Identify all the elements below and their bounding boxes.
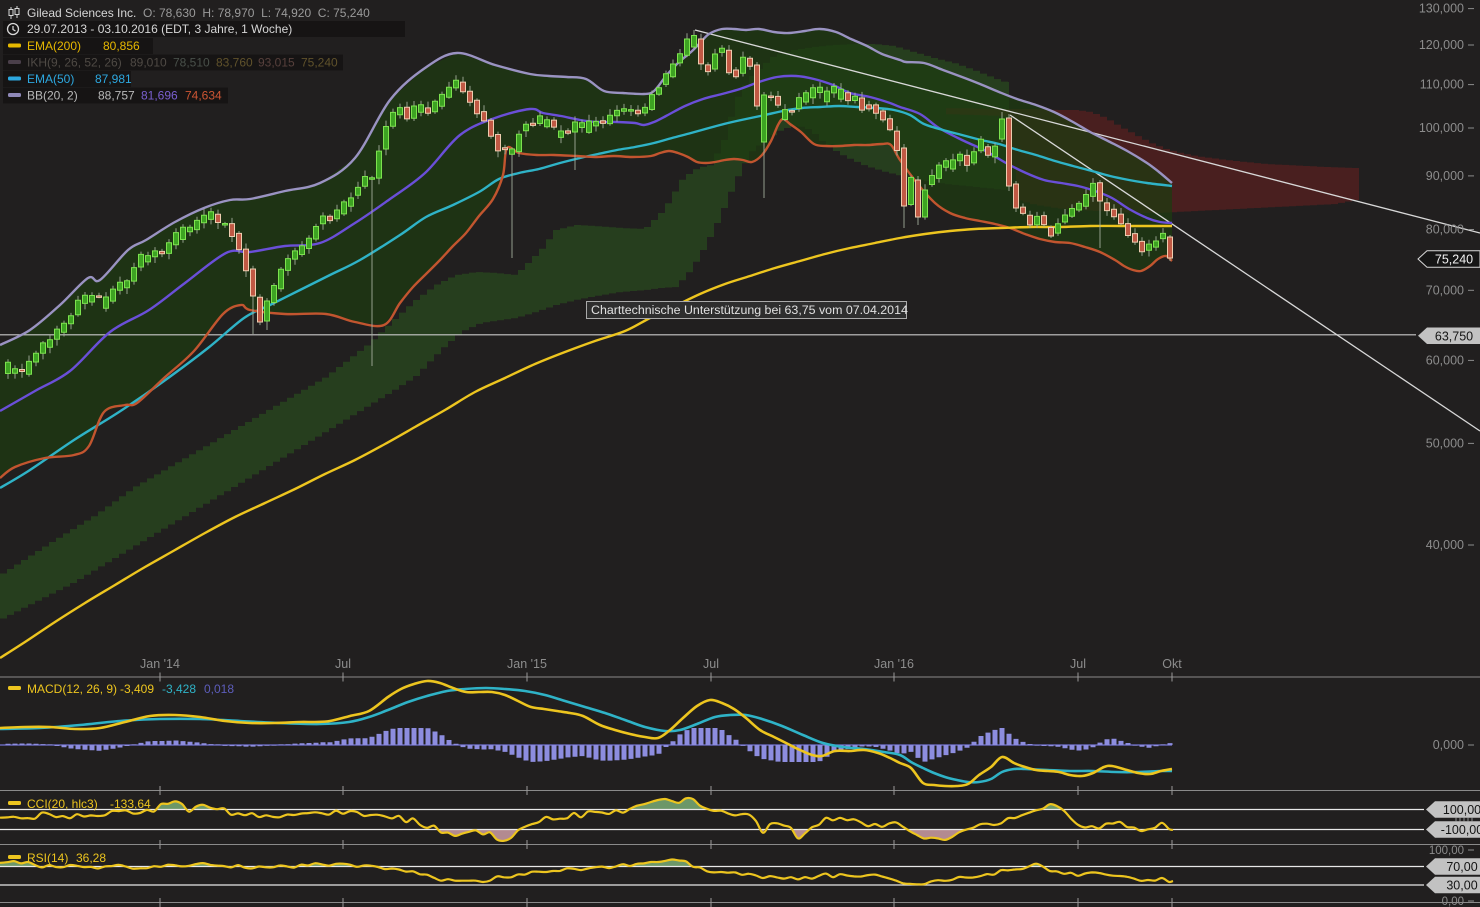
svg-text:O: 78,630 H: 78,970 L: 74,92: O: 78,630 H: 78,970 L: 74,920 C: 75,240: [143, 6, 370, 20]
svg-text:0,018: 0,018: [204, 682, 234, 696]
svg-text:Gilead Sciences Inc.: Gilead Sciences Inc.: [27, 6, 136, 20]
svg-text:89,010: 89,010: [130, 56, 167, 70]
svg-text:81,696: 81,696: [141, 89, 178, 103]
svg-text:87,981: 87,981: [95, 72, 132, 86]
svg-text:88,757: 88,757: [98, 89, 135, 103]
svg-text:IKH(9, 26, 52, 26): IKH(9, 26, 52, 26): [27, 56, 122, 70]
svg-text:93,015: 93,015: [258, 56, 295, 70]
svg-text:0,00: 0,00: [1442, 896, 1464, 907]
svg-text:90,000: 90,000: [1426, 169, 1464, 183]
svg-text:Jan '14: Jan '14: [140, 657, 180, 671]
svg-text:110,000: 110,000: [1420, 78, 1464, 92]
svg-text:50,000: 50,000: [1426, 436, 1464, 450]
svg-text:120,000: 120,000: [1419, 38, 1464, 52]
svg-text:80,856: 80,856: [103, 39, 140, 53]
svg-text:Jul: Jul: [703, 657, 719, 671]
svg-text:75,240: 75,240: [1435, 253, 1473, 267]
svg-text:100,00: 100,00: [1429, 845, 1464, 857]
svg-text:Okt: Okt: [1162, 657, 1182, 671]
svg-text:MACD(12, 26, 9): MACD(12, 26, 9): [27, 682, 117, 696]
svg-text:130,000: 130,000: [1419, 2, 1464, 16]
svg-text:60,000: 60,000: [1426, 353, 1464, 367]
svg-text:100,000: 100,000: [1419, 121, 1464, 135]
svg-text:Jul: Jul: [335, 657, 351, 671]
svg-text:75,240: 75,240: [301, 56, 338, 70]
svg-text:40,000: 40,000: [1426, 538, 1464, 552]
svg-text:100,00: 100,00: [1443, 803, 1480, 817]
svg-text:-3,409: -3,409: [120, 682, 154, 696]
svg-text:70,00: 70,00: [1446, 860, 1477, 874]
svg-text:RSI(14): RSI(14): [27, 851, 68, 865]
svg-text:74,634: 74,634: [185, 89, 222, 103]
svg-text:78,510: 78,510: [173, 56, 210, 70]
svg-text:EMA(50): EMA(50): [27, 72, 74, 86]
svg-text:36,28: 36,28: [76, 851, 106, 865]
svg-text:70,000: 70,000: [1426, 283, 1464, 297]
svg-text:29.07.2013 - 03.10.2016 (EDT,: 29.07.2013 - 03.10.2016 (EDT, 3 Jahre, 1…: [27, 22, 292, 36]
svg-text:-100,00: -100,00: [1441, 823, 1480, 837]
svg-text:63,750: 63,750: [1435, 329, 1473, 343]
svg-text:Jan '15: Jan '15: [507, 657, 547, 671]
svg-text:Jul: Jul: [1070, 657, 1086, 671]
svg-text:80,000: 80,000: [1426, 223, 1464, 237]
svg-text:EMA(200): EMA(200): [27, 39, 81, 53]
svg-text:-3,428: -3,428: [162, 682, 196, 696]
svg-text:30,00: 30,00: [1446, 879, 1477, 893]
svg-text:-133,64: -133,64: [110, 797, 151, 811]
svg-text:CCI(20, hlc3): CCI(20, hlc3): [27, 797, 98, 811]
svg-text:Charttechnische Unterstützung: Charttechnische Unterstützung bei 63,75 …: [591, 303, 908, 317]
svg-text:Jan '16: Jan '16: [874, 657, 914, 671]
svg-text:0,000: 0,000: [1433, 738, 1464, 752]
svg-text:BB(20, 2): BB(20, 2): [27, 89, 78, 103]
svg-text:83,760: 83,760: [216, 56, 253, 70]
